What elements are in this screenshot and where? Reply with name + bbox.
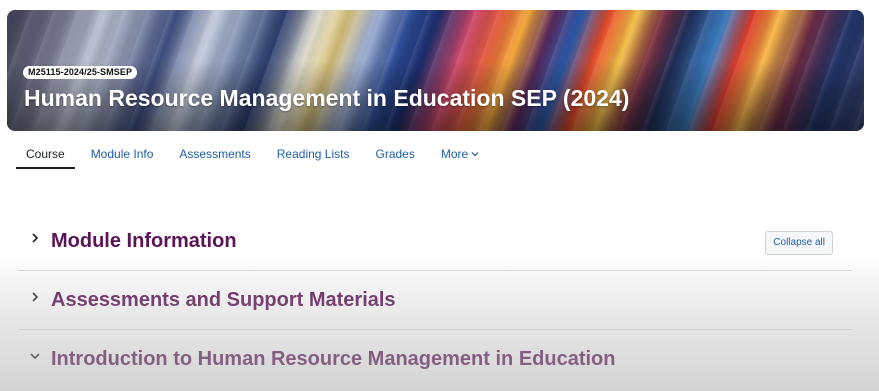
tab-reading-lists[interactable]: Reading Lists [267, 142, 360, 169]
tab-grades[interactable]: Grades [365, 142, 424, 169]
section-module-information: Module Information Collapse all [18, 212, 852, 271]
tab-more[interactable]: More [431, 142, 489, 169]
chevron-down-icon[interactable] [28, 349, 42, 363]
tab-course[interactable]: Course [16, 142, 75, 169]
course-nav: Course Module Info Assessments Reading L… [16, 142, 495, 170]
course-sections: Module Information Collapse all Assessme… [18, 212, 852, 389]
section-title[interactable]: Introduction to Human Resource Managemen… [51, 346, 615, 372]
tab-assessments[interactable]: Assessments [169, 142, 260, 169]
section-introduction-hrm: Introduction to Human Resource Managemen… [18, 330, 852, 389]
section-assessments-support: Assessments and Support Materials [18, 271, 852, 330]
tab-more-label: More [440, 147, 469, 161]
course-title: Human Resource Management in Education S… [24, 85, 630, 111]
section-title[interactable]: Assessments and Support Materials [51, 287, 396, 313]
chevron-right-icon[interactable] [28, 290, 42, 304]
collapse-all-button[interactable]: Collapse all [765, 231, 833, 255]
chevron-right-icon[interactable] [28, 231, 42, 245]
chevron-down-icon [471, 142, 479, 166]
section-title[interactable]: Module Information [51, 228, 237, 254]
course-page: M25115-2024/25-SMSEP Human Resource Mana… [0, 0, 879, 391]
course-code-badge: M25115-2024/25-SMSEP [23, 66, 138, 79]
tab-module-info[interactable]: Module Info [81, 142, 164, 169]
